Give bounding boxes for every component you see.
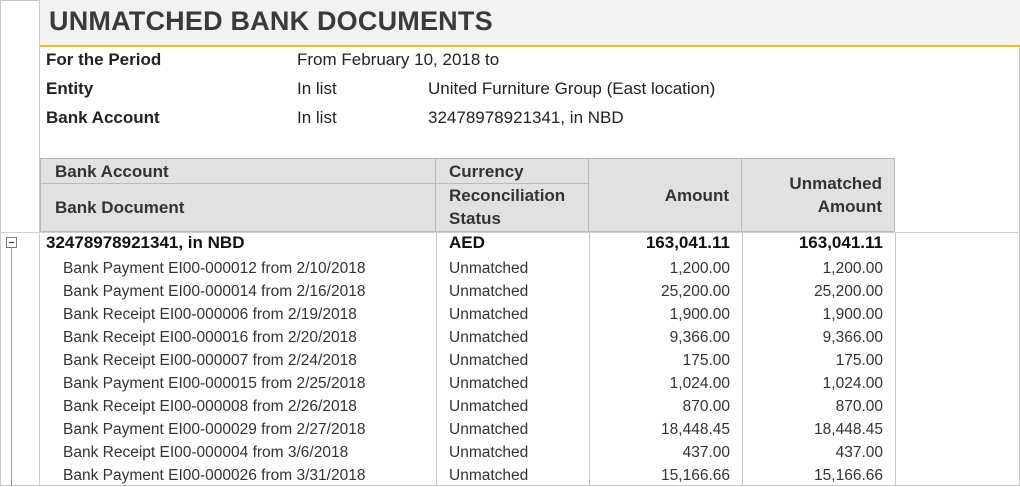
header-reconciliation-status[interactable]: Reconciliation Status bbox=[436, 184, 589, 232]
row-amount: 15,166.66 bbox=[661, 467, 730, 484]
row-unmatched: 175.00 bbox=[835, 352, 883, 369]
param-period-op: From February 10, 2018 to bbox=[297, 50, 500, 69]
param-entity-op: In list bbox=[297, 79, 337, 98]
row-document[interactable]: Bank Receipt EI00-000004 from 3/6/2018 bbox=[63, 441, 433, 464]
header-currency[interactable]: Currency bbox=[436, 158, 589, 184]
param-account-op: In list bbox=[297, 108, 337, 127]
row-amount: 1,024.00 bbox=[669, 375, 730, 392]
header-unmatched-line1: Unmatched bbox=[789, 174, 882, 193]
row-unmatched: 1,900.00 bbox=[822, 306, 883, 323]
header-recon-line1: Reconciliation bbox=[449, 186, 566, 205]
row-amount: 25,200.00 bbox=[661, 283, 730, 300]
param-period-label: For the Period bbox=[46, 50, 162, 69]
header-bank-document-label: Bank Document bbox=[55, 198, 185, 217]
row-amount: 9,366.00 bbox=[669, 329, 730, 346]
row-amount: 437.00 bbox=[682, 444, 730, 461]
header-bank-account[interactable]: Bank Account bbox=[40, 158, 436, 184]
header-recon-line2: Status bbox=[449, 209, 501, 228]
param-entity-value: United Furniture Group (East location) bbox=[428, 79, 716, 98]
row-document[interactable]: Bank Payment EI00-000012 from 2/10/2018 bbox=[63, 257, 433, 280]
row-amount: 1,200.00 bbox=[669, 260, 730, 277]
param-account-label: Bank Account bbox=[46, 108, 160, 127]
row-document[interactable]: Bank Payment EI00-000026 from 3/31/2018 bbox=[63, 464, 433, 487]
row-status: Unmatched bbox=[449, 375, 529, 392]
row-status: Unmatched bbox=[449, 467, 529, 484]
header-currency-label: Currency bbox=[449, 162, 524, 181]
row-unmatched: 25,200.00 bbox=[814, 283, 883, 300]
report-title: UNMATCHED BANK DOCUMENTS bbox=[49, 6, 493, 36]
param-account-value: 32478978921341, in NBD bbox=[428, 108, 624, 127]
row-document[interactable]: Bank Payment EI00-000029 from 2/27/2018 bbox=[63, 418, 433, 441]
collapse-minus-icon[interactable] bbox=[6, 237, 17, 248]
row-status: Unmatched bbox=[449, 260, 529, 277]
header-amount-label: Amount bbox=[664, 186, 729, 205]
row-document[interactable]: Bank Payment EI00-000014 from 2/16/2018 bbox=[63, 280, 433, 303]
header-amount[interactable]: Amount bbox=[589, 158, 742, 232]
row-document[interactable]: Bank Receipt EI00-000008 from 2/26/2018 bbox=[63, 395, 433, 418]
title-bar: UNMATCHED BANK DOCUMENTS bbox=[40, 0, 1020, 47]
row-status: Unmatched bbox=[449, 352, 529, 369]
group-unmatched: 163,041.11 bbox=[798, 233, 883, 252]
col-divider bbox=[895, 233, 896, 486]
row-amount: 1,900.00 bbox=[669, 306, 730, 323]
row-status: Unmatched bbox=[449, 444, 529, 461]
header-unmatched-amount[interactable]: Unmatched Amount bbox=[742, 158, 895, 232]
row-unmatched: 1,024.00 bbox=[822, 375, 883, 392]
row-status: Unmatched bbox=[449, 283, 529, 300]
row-status: Unmatched bbox=[449, 398, 529, 415]
row-document[interactable]: Bank Receipt EI00-000006 from 2/19/2018 bbox=[63, 303, 433, 326]
row-document[interactable]: Bank Payment EI00-000015 from 2/25/2018 bbox=[63, 372, 433, 395]
row-unmatched: 9,366.00 bbox=[822, 329, 883, 346]
row-unmatched: 870.00 bbox=[835, 398, 883, 415]
row-unmatched: 437.00 bbox=[835, 444, 883, 461]
header-bank-account-label: Bank Account bbox=[55, 162, 169, 181]
param-entity-label: Entity bbox=[46, 79, 94, 98]
header-unmatched-line2: Amount bbox=[817, 197, 882, 216]
row-status: Unmatched bbox=[449, 329, 529, 346]
group-amount: 163,041.11 bbox=[645, 233, 730, 252]
tree-connector-line bbox=[11, 248, 12, 486]
group-currency: AED bbox=[449, 233, 485, 252]
col-divider bbox=[436, 233, 437, 486]
row-status: Unmatched bbox=[449, 421, 529, 438]
row-unmatched: 18,448.45 bbox=[814, 421, 883, 438]
group-account[interactable]: 32478978921341, in NBD bbox=[46, 233, 244, 256]
row-unmatched: 15,166.66 bbox=[814, 467, 883, 484]
header-bank-document[interactable]: Bank Document bbox=[40, 184, 436, 232]
row-document[interactable]: Bank Receipt EI00-000007 from 2/24/2018 bbox=[63, 349, 433, 372]
row-status: Unmatched bbox=[449, 306, 529, 323]
row-amount: 175.00 bbox=[682, 352, 730, 369]
row-document[interactable]: Bank Receipt EI00-000016 from 2/20/2018 bbox=[63, 326, 433, 349]
row-unmatched: 1,200.00 bbox=[822, 260, 883, 277]
row-amount: 870.00 bbox=[682, 398, 730, 415]
row-amount: 18,448.45 bbox=[661, 421, 730, 438]
